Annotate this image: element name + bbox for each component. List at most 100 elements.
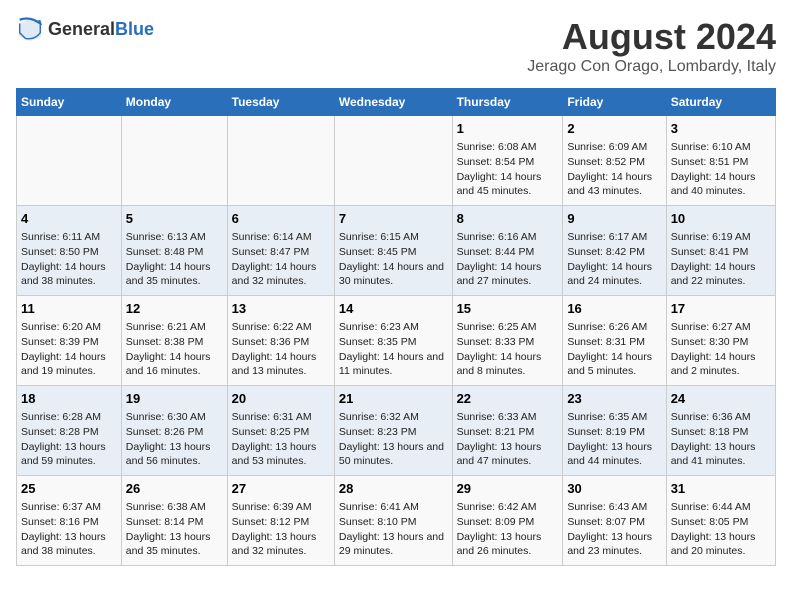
cell-info: Daylight: 13 hours and 20 minutes. [671, 530, 771, 559]
cell-info: Sunset: 8:47 PM [232, 245, 330, 260]
day-number: 6 [232, 210, 330, 228]
cell-info: Sunset: 8:51 PM [671, 155, 771, 170]
cell-info: Daylight: 13 hours and 50 minutes. [339, 440, 448, 469]
day-number: 23 [567, 390, 661, 408]
cell-info: Daylight: 13 hours and 32 minutes. [232, 530, 330, 559]
day-number: 17 [671, 300, 771, 318]
calendar-cell: 25Sunrise: 6:37 AMSunset: 8:16 PMDayligh… [17, 476, 122, 566]
week-row-2: 4Sunrise: 6:11 AMSunset: 8:50 PMDaylight… [17, 206, 776, 296]
cell-info: Daylight: 14 hours and 38 minutes. [21, 260, 117, 289]
cell-info: Sunrise: 6:13 AM [126, 230, 223, 245]
weekday-header-tuesday: Tuesday [227, 89, 334, 116]
cell-info: Daylight: 14 hours and 8 minutes. [457, 350, 559, 379]
calendar-cell: 2Sunrise: 6:09 AMSunset: 8:52 PMDaylight… [563, 116, 666, 206]
cell-info: Sunset: 8:21 PM [457, 425, 559, 440]
cell-info: Daylight: 13 hours and 38 minutes. [21, 530, 117, 559]
cell-info: Sunset: 8:10 PM [339, 515, 448, 530]
cell-info: Sunrise: 6:17 AM [567, 230, 661, 245]
day-number: 27 [232, 480, 330, 498]
calendar-cell: 28Sunrise: 6:41 AMSunset: 8:10 PMDayligh… [334, 476, 452, 566]
day-number: 5 [126, 210, 223, 228]
cell-info: Sunset: 8:16 PM [21, 515, 117, 530]
cell-info: Sunrise: 6:21 AM [126, 320, 223, 335]
cell-info: Sunrise: 6:08 AM [457, 140, 559, 155]
calendar-cell: 11Sunrise: 6:20 AMSunset: 8:39 PMDayligh… [17, 296, 122, 386]
calendar-cell [121, 116, 227, 206]
cell-info: Daylight: 14 hours and 27 minutes. [457, 260, 559, 289]
day-number: 24 [671, 390, 771, 408]
cell-info: Daylight: 13 hours and 59 minutes. [21, 440, 117, 469]
cell-info: Sunset: 8:07 PM [567, 515, 661, 530]
cell-info: Daylight: 14 hours and 30 minutes. [339, 260, 448, 289]
day-number: 15 [457, 300, 559, 318]
day-number: 8 [457, 210, 559, 228]
day-number: 2 [567, 120, 661, 138]
day-number: 13 [232, 300, 330, 318]
day-number: 25 [21, 480, 117, 498]
calendar-cell: 24Sunrise: 6:36 AMSunset: 8:18 PMDayligh… [666, 386, 775, 476]
day-number: 10 [671, 210, 771, 228]
cell-info: Daylight: 14 hours and 19 minutes. [21, 350, 117, 379]
day-number: 1 [457, 120, 559, 138]
cell-info: Sunrise: 6:33 AM [457, 410, 559, 425]
cell-info: Sunset: 8:31 PM [567, 335, 661, 350]
calendar-cell: 7Sunrise: 6:15 AMSunset: 8:45 PMDaylight… [334, 206, 452, 296]
calendar-cell [227, 116, 334, 206]
cell-info: Sunrise: 6:16 AM [457, 230, 559, 245]
cell-info: Daylight: 13 hours and 56 minutes. [126, 440, 223, 469]
cell-info: Sunset: 8:26 PM [126, 425, 223, 440]
weekday-header-monday: Monday [121, 89, 227, 116]
day-number: 26 [126, 480, 223, 498]
day-number: 19 [126, 390, 223, 408]
cell-info: Daylight: 13 hours and 44 minutes. [567, 440, 661, 469]
calendar-cell: 8 Sunrise: 6:16 AMSunset: 8:44 PMDaylight… [452, 206, 563, 296]
cell-info: Sunset: 8:44 PM [457, 245, 559, 260]
day-number: 20 [232, 390, 330, 408]
day-number: 7 [339, 210, 448, 228]
calendar-cell: 16Sunrise: 6:26 AMSunset: 8:31 PMDayligh… [563, 296, 666, 386]
cell-info: Sunrise: 6:22 AM [232, 320, 330, 335]
calendar-table: SundayMondayTuesdayWednesdayThursdayFrid… [16, 88, 776, 566]
cell-info: Sunrise: 6:20 AM [21, 320, 117, 335]
logo: General Blue [16, 16, 154, 44]
calendar-cell: 30Sunrise: 6:43 AMSunset: 8:07 PMDayligh… [563, 476, 666, 566]
cell-info: Daylight: 13 hours and 23 minutes. [567, 530, 661, 559]
calendar-cell: 1Sunrise: 6:08 AMSunset: 8:54 PMDaylight… [452, 116, 563, 206]
cell-info: Sunrise: 6:10 AM [671, 140, 771, 155]
cell-info: Sunrise: 6:19 AM [671, 230, 771, 245]
cell-info: Sunrise: 6:35 AM [567, 410, 661, 425]
cell-info: Daylight: 13 hours and 35 minutes. [126, 530, 223, 559]
calendar-cell: 12Sunrise: 6:21 AMSunset: 8:38 PMDayligh… [121, 296, 227, 386]
page-header: General Blue August 2024 Jerago Con Orag… [16, 16, 776, 76]
day-number: 28 [339, 480, 448, 498]
day-number: 4 [21, 210, 117, 228]
week-row-3: 11Sunrise: 6:20 AMSunset: 8:39 PMDayligh… [17, 296, 776, 386]
weekday-header-sunday: Sunday [17, 89, 122, 116]
cell-info: Sunset: 8:23 PM [339, 425, 448, 440]
week-row-1: 1Sunrise: 6:08 AMSunset: 8:54 PMDaylight… [17, 116, 776, 206]
calendar-cell: 13Sunrise: 6:22 AMSunset: 8:36 PMDayligh… [227, 296, 334, 386]
day-number: 21 [339, 390, 448, 408]
cell-info: Daylight: 13 hours and 47 minutes. [457, 440, 559, 469]
cell-info: Daylight: 13 hours and 29 minutes. [339, 530, 448, 559]
cell-info: Sunset: 8:12 PM [232, 515, 330, 530]
calendar-subtitle: Jerago Con Orago, Lombardy, Italy [527, 58, 776, 76]
cell-info: Sunrise: 6:11 AM [21, 230, 117, 245]
cell-info: Sunrise: 6:09 AM [567, 140, 661, 155]
cell-info: Sunset: 8:28 PM [21, 425, 117, 440]
cell-info: Daylight: 14 hours and 43 minutes. [567, 170, 661, 199]
day-number: 14 [339, 300, 448, 318]
day-number: 9 [567, 210, 661, 228]
cell-info: Daylight: 13 hours and 41 minutes. [671, 440, 771, 469]
cell-info: Daylight: 14 hours and 40 minutes. [671, 170, 771, 199]
cell-info: Daylight: 14 hours and 16 minutes. [126, 350, 223, 379]
cell-info: Sunrise: 6:32 AM [339, 410, 448, 425]
calendar-cell: 22Sunrise: 6:33 AMSunset: 8:21 PMDayligh… [452, 386, 563, 476]
day-number: 11 [21, 300, 117, 318]
cell-info: Sunrise: 6:28 AM [21, 410, 117, 425]
cell-info: Sunset: 8:18 PM [671, 425, 771, 440]
cell-info: Daylight: 14 hours and 35 minutes. [126, 260, 223, 289]
calendar-cell: 27Sunrise: 6:39 AMSunset: 8:12 PMDayligh… [227, 476, 334, 566]
calendar-title: August 2024 [527, 16, 776, 58]
cell-info: Sunset: 8:35 PM [339, 335, 448, 350]
